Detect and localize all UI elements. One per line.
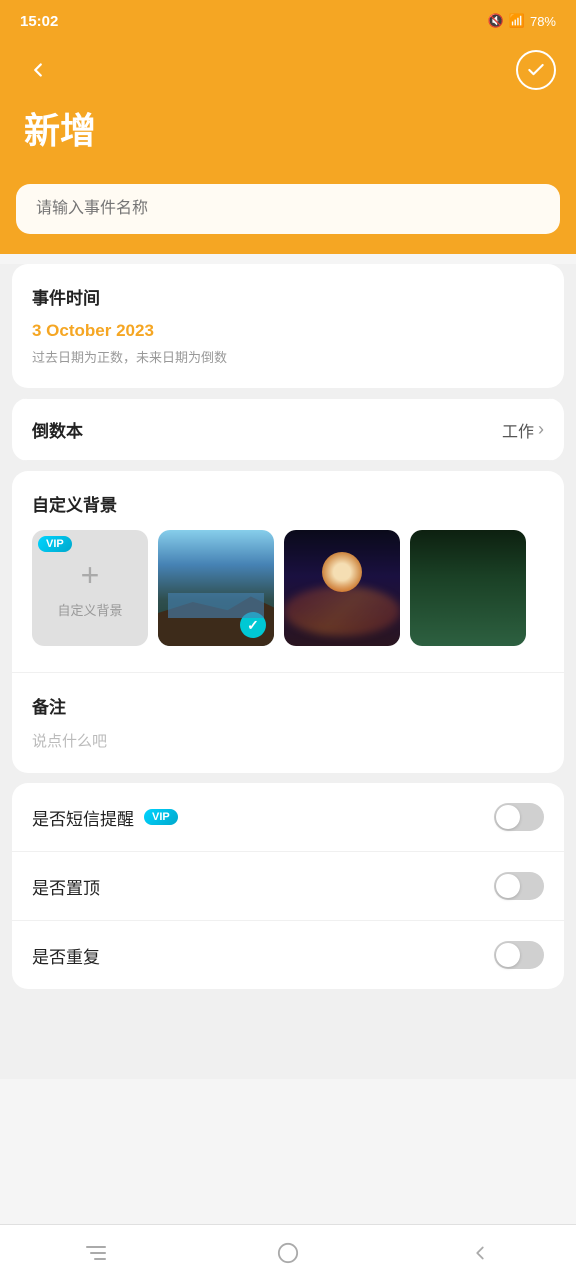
confirm-button[interactable] [516,50,556,90]
background-card: 自定义背景 VIP + 自定义背景 备注 说 [12,471,564,773]
nav-menu-icon[interactable] [66,1233,126,1273]
header [0,40,576,102]
mute-icon: 🔇 [488,13,504,29]
custom-background-thumb[interactable]: VIP + 自定义背景 [32,530,148,646]
background-photo-2[interactable] [284,530,400,646]
pin-toggle-row: 是否置顶 [12,851,564,920]
notes-section: 备注 说点什么吧 [12,672,564,773]
background-images-row: VIP + 自定义背景 [32,530,544,650]
repeat-toggle-row: 是否重复 [12,920,564,989]
status-bar: 15:02 🔇 📶 78% [0,0,576,40]
notebook-row[interactable]: 倒数本 工作 › [12,398,564,461]
repeat-toggle-label: 是否重复 [32,943,100,968]
page-title: 新增 [24,102,552,154]
pin-toggle-label: 是否置顶 [32,874,100,899]
nav-back-icon[interactable] [450,1233,510,1273]
wifi-icon: 📶 [509,13,525,29]
date-hint: 过去日期为正数，未来日期为倒数 [32,347,544,366]
repeat-toggle-switch[interactable] [494,941,544,969]
event-time-card: 事件时间 3 October 2023 过去日期为正数，未来日期为倒数 [12,264,564,388]
repeat-toggle-label-group: 是否重复 [32,943,100,968]
status-icons: 🔇 📶 78% [488,13,556,29]
toggles-card: 是否短信提醒 VIP 是否置顶 是否重复 [12,783,564,989]
notebook-label: 倒数本 [32,417,83,442]
sms-toggle-label-group: 是否短信提醒 VIP [32,805,178,830]
battery-text: 78% [530,14,556,29]
main-content: 事件时间 3 October 2023 过去日期为正数，未来日期为倒数 倒数本 … [0,264,576,1079]
pin-toggle-switch[interactable] [494,872,544,900]
vip-badge-sms: VIP [144,809,178,825]
sms-toggle-switch[interactable] [494,803,544,831]
nav-home-icon[interactable] [258,1233,318,1273]
date-value[interactable]: 3 October 2023 [32,321,544,341]
notes-label: 备注 [32,693,544,718]
title-area: 新增 [0,102,576,184]
event-name-section [0,184,576,254]
sms-toggle-row: 是否短信提醒 VIP [12,783,564,851]
event-time-label: 事件时间 [32,284,544,309]
notebook-value: 工作 [502,418,534,442]
notebook-value-row: 工作 › [502,418,544,442]
event-name-input[interactable] [16,184,560,234]
status-time: 15:02 [20,13,58,30]
vip-badge-custom: VIP [38,536,72,552]
pin-toggle-label-group: 是否置顶 [32,874,100,899]
background-photo-3[interactable] [410,530,526,646]
selected-checkmark [240,612,266,638]
back-button[interactable] [20,52,56,88]
background-photo-1[interactable] [158,530,274,646]
sms-toggle-label: 是否短信提醒 [32,805,134,830]
add-icon: + [81,557,100,594]
notebook-card: 倒数本 工作 › [12,398,564,461]
notes-placeholder[interactable]: 说点什么吧 [32,730,544,751]
background-label: 自定义背景 [32,491,544,516]
bottom-nav [0,1224,576,1280]
custom-background-label: 自定义背景 [57,600,122,619]
chevron-right-icon: › [538,419,544,440]
